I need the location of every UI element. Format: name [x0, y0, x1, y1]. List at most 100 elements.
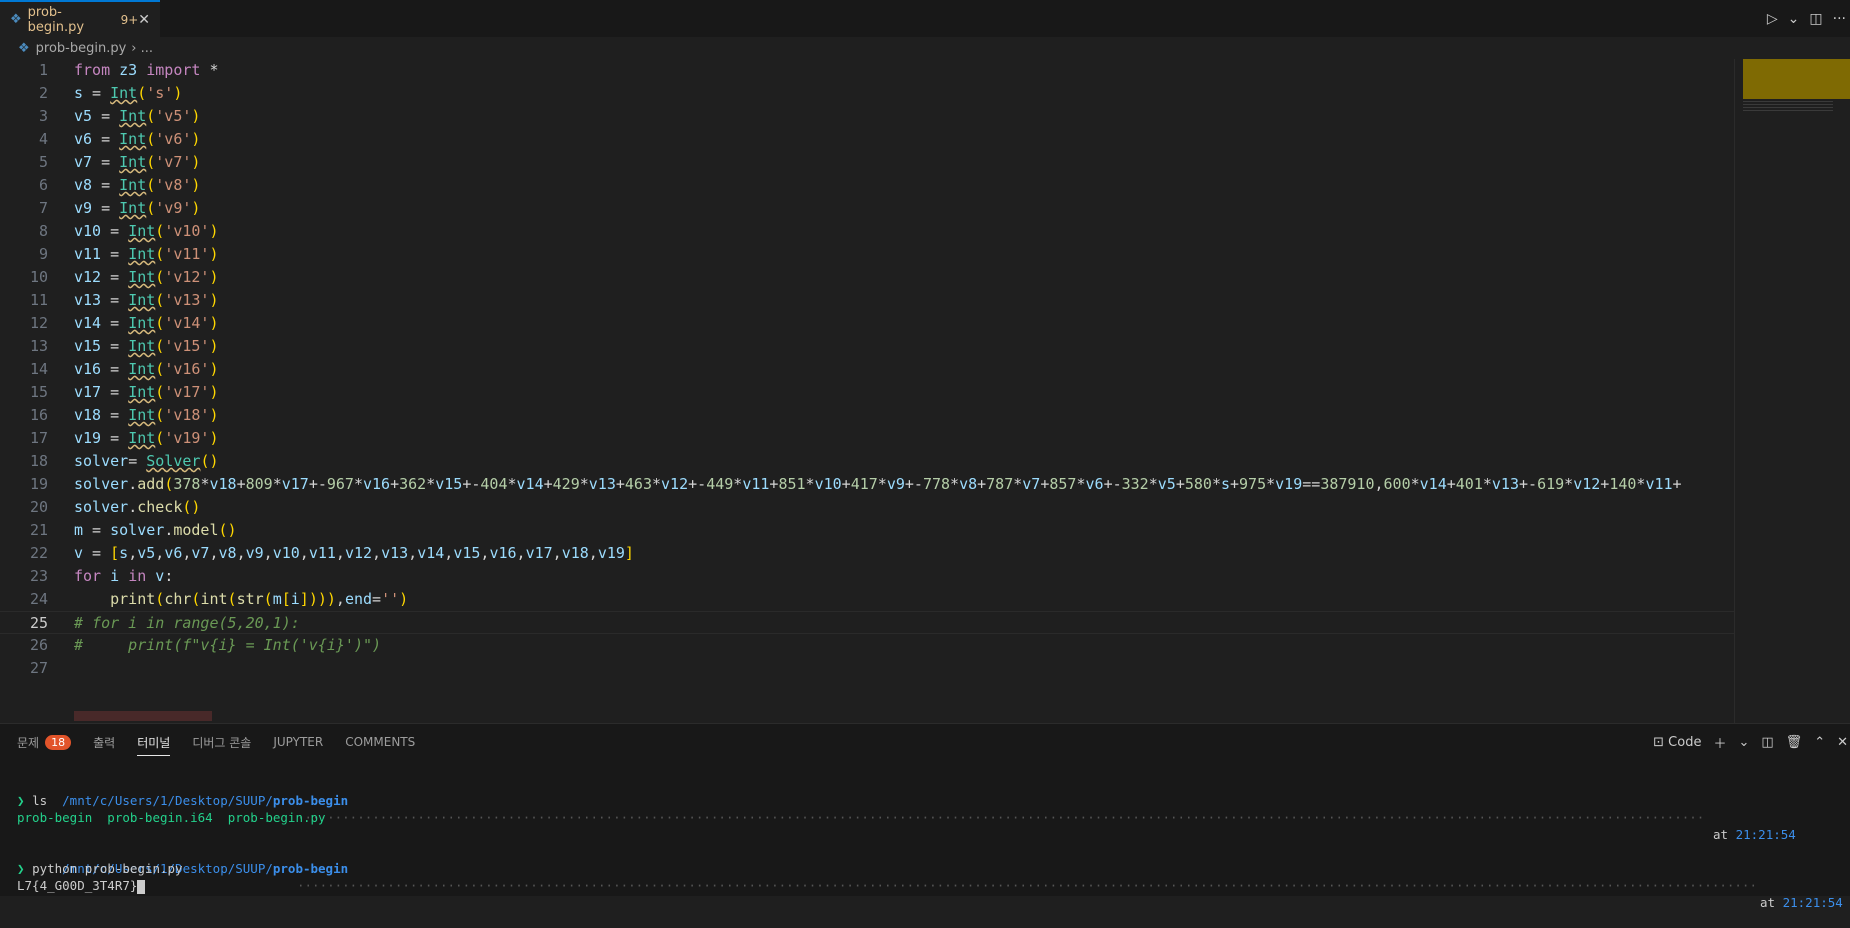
line-number: 16 [29, 406, 48, 424]
python-file-icon: ❖ [18, 40, 30, 56]
code-line[interactable]: 2 s = Int('s') [0, 82, 1734, 105]
code-line[interactable]: 23 for i in v: [0, 565, 1734, 588]
code-text: v9 = Int('v9') [74, 199, 201, 217]
line-number: 19 [29, 475, 48, 493]
terminal-command: ls [32, 793, 48, 808]
code-line[interactable]: 15 v17 = Int('v17') [0, 381, 1734, 404]
line-number: 17 [29, 429, 48, 447]
split-terminal-icon[interactable]: ◫ [1761, 735, 1773, 750]
more-actions-icon[interactable]: ··· [1833, 11, 1846, 27]
code-line[interactable]: 20 solver.check() [0, 496, 1734, 519]
problems-count-badge: 18 [45, 734, 72, 750]
breadcrumb-separator[interactable]: › ... [131, 41, 153, 56]
tab-output[interactable]: 출력 [93, 724, 115, 760]
line-number: 8 [38, 222, 48, 240]
code-line[interactable]: 7 v9 = Int('v9') [0, 197, 1734, 220]
code-line[interactable]: 8 v10 = Int('v10') [0, 220, 1734, 243]
at-label: at [1760, 895, 1776, 910]
terminal-path-line: /mnt/c/Users/1/Desktop/SUUP/prob-begin ·… [17, 775, 1837, 842]
code-line[interactable]: 13 v15 = Int('v15') [0, 335, 1734, 358]
line-number: 27 [29, 659, 48, 677]
code-line[interactable]: 21 m = solver.model() [0, 519, 1734, 542]
minimap-slider[interactable] [1743, 59, 1850, 99]
close-tab-icon[interactable]: ✕ [138, 12, 150, 28]
code-line[interactable]: 1 from z3 import * [0, 59, 1734, 82]
line-number: 6 [38, 176, 48, 194]
terminal-dropdown-chevron-icon[interactable]: ⌄ [1738, 735, 1749, 750]
line-number: 4 [38, 130, 48, 148]
prompt-chevron-icon: ❯ [17, 861, 25, 876]
line-number: 1 [38, 61, 48, 79]
code-text: v15 = Int('v15') [74, 337, 219, 355]
new-terminal-icon[interactable]: ＋ [1713, 733, 1726, 752]
tab-problems[interactable]: 문제 18 [17, 724, 72, 760]
time-value: 21:21:54 [1782, 895, 1843, 910]
tab-debug-console[interactable]: 디버그 콘솔 [192, 724, 251, 760]
code-text: v7 = Int('v7') [74, 153, 201, 171]
breadcrumb-file[interactable]: prob-begin.py [36, 41, 127, 56]
horizontal-scrollbar[interactable] [74, 711, 212, 721]
code-line[interactable]: 17 v19 = Int('v19') [0, 427, 1734, 450]
code-text: v8 = Int('v8') [74, 176, 201, 194]
run-dropdown-chevron-icon[interactable]: ⌄ [1788, 11, 1800, 27]
code-line[interactable]: 26 # print(f"v{i} = Int('v{i}')") [0, 634, 1734, 657]
code-line[interactable]: 27 [0, 657, 1734, 680]
tab-debug-console-label: 디버그 콘솔 [192, 735, 252, 750]
code-text: v17 = Int('v17') [74, 383, 219, 401]
code-line[interactable]: 14 v16 = Int('v16') [0, 358, 1734, 381]
terminal-output[interactable]: /mnt/c/Users/1/Desktop/SUUP/prob-begin ·… [17, 775, 1843, 910]
code-line[interactable]: 18 solver= Solver() [0, 450, 1734, 473]
line-number: 13 [29, 337, 48, 355]
tab-problems-label: 문제 [17, 735, 40, 750]
minimap-code-preview [1743, 101, 1833, 113]
tab-problem-badge: 9+ [120, 12, 139, 27]
code-text: v18 = Int('v18') [74, 406, 219, 424]
close-panel-icon[interactable]: ✕ [1837, 735, 1848, 750]
code-line[interactable]: 22 v = [s,v5,v6,v7,v8,v9,v10,v11,v12,v13,… [0, 542, 1734, 565]
code-line[interactable]: 25 # for i in range(5,20,1): [0, 611, 1734, 634]
code-line[interactable]: 4 v6 = Int('v6') [0, 128, 1734, 151]
code-line[interactable]: 12 v14 = Int('v14') [0, 312, 1734, 335]
code-line[interactable]: 16 v18 = Int('v18') [0, 404, 1734, 427]
maximize-panel-chevron-icon[interactable]: ⌃ [1814, 735, 1825, 750]
program-output-text: L7{4_G00D_3T4R7} [17, 878, 138, 893]
terminal-program-output: L7{4_G00D_3T4R7} [17, 877, 1837, 894]
code-editor[interactable]: 1 from z3 import * 2 s = Int('s') 3 v5 = Int(… [0, 59, 1734, 723]
code-text: v14 = Int('v14') [74, 314, 219, 332]
code-text: for i in v: [74, 567, 174, 585]
code-line[interactable]: 6 v8 = Int('v8') [0, 174, 1734, 197]
tab-comments[interactable]: COMMENTS [345, 724, 415, 760]
line-number: 20 [29, 498, 48, 516]
trash-icon[interactable]: 🗑 [1786, 735, 1803, 750]
code-line[interactable]: 10 v12 = Int('v12') [0, 266, 1734, 289]
terminal-profile[interactable]: ⊡ Code [1653, 735, 1701, 750]
editor-tab[interactable]: ❖ prob-begin.py 9+ ✕ [0, 0, 160, 37]
code-text: v6 = Int('v6') [74, 130, 201, 148]
code-line[interactable]: 11 v13 = Int('v13') [0, 289, 1734, 312]
code-text: v5 = Int('v5') [74, 107, 201, 125]
python-file-icon: ❖ [10, 12, 22, 27]
tab-jupyter[interactable]: JUPYTER [273, 724, 323, 760]
code-line[interactable]: 19 solver.add(378*v18+809*v17+-967*v16+36… [0, 473, 1734, 496]
tab-filename: prob-begin.py [27, 4, 85, 35]
run-icon[interactable]: ▷ [1767, 11, 1778, 27]
code-text: v13 = Int('v13') [74, 291, 219, 309]
tab-output-label: 출력 [93, 735, 116, 750]
minimap[interactable] [1734, 59, 1850, 723]
line-number: 3 [38, 107, 48, 125]
line-number: 5 [38, 153, 48, 171]
code-line[interactable]: 3 v5 = Int('v5') [0, 105, 1734, 128]
line-number: 10 [29, 268, 48, 286]
breadcrumb: ❖ prob-begin.py › ... [0, 37, 1850, 59]
tab-jupyter-label: JUPYTER [273, 735, 324, 749]
line-number: 14 [29, 360, 48, 378]
code-line[interactable]: 9 v11 = Int('v11') [0, 243, 1734, 266]
panel-tabs: 문제 18 출력 터미널 디버그 콘솔 JUPYTER COMMENTS ⊡ C… [0, 724, 1850, 760]
code-line[interactable]: 5 v7 = Int('v7') [0, 151, 1734, 174]
tab-terminal[interactable]: 터미널 [137, 724, 171, 760]
line-number: 12 [29, 314, 48, 332]
split-editor-icon[interactable]: ◫ [1809, 11, 1822, 27]
line-number: 21 [29, 521, 48, 539]
code-line[interactable]: 24 print(chr(int(str(m[i]))),end='') [0, 588, 1734, 611]
line-number: 18 [29, 452, 48, 470]
